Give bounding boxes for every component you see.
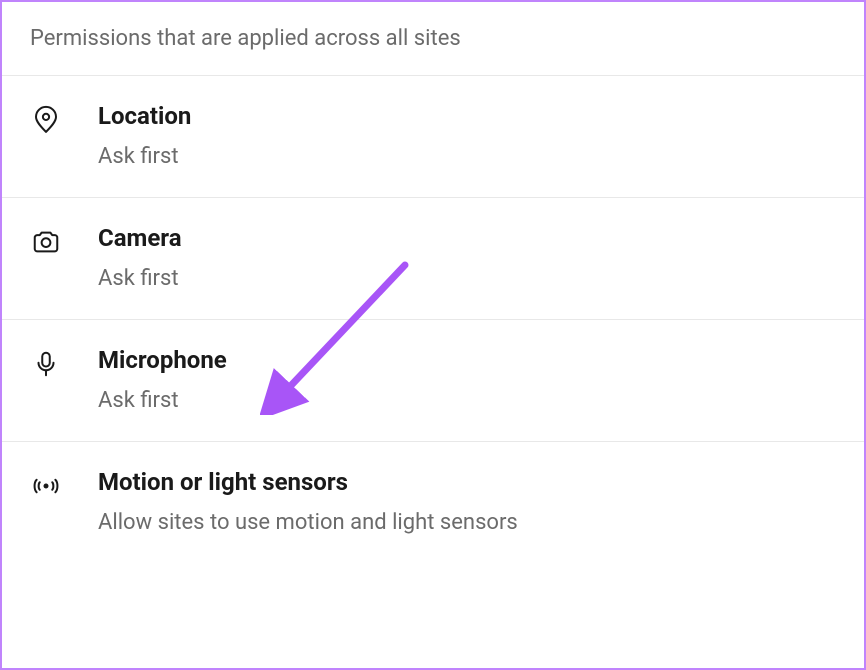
location-icon (30, 104, 62, 136)
motion-sensors-title: Motion or light sensors (98, 468, 518, 496)
permissions-panel: Permissions that are applied across all … (0, 0, 866, 670)
microphone-title: Microphone (98, 346, 227, 374)
camera-title: Camera (98, 224, 182, 252)
permission-item-microphone[interactable]: Microphone Ask first (2, 320, 864, 442)
microphone-subtitle: Ask first (98, 388, 227, 413)
permissions-header-text: Permissions that are applied across all … (30, 26, 461, 51)
location-title: Location (98, 102, 191, 130)
permissions-header: Permissions that are applied across all … (2, 2, 864, 76)
camera-subtitle: Ask first (98, 266, 182, 291)
motion-sensors-subtitle: Allow sites to use motion and light sens… (98, 510, 518, 535)
microphone-icon (30, 348, 62, 380)
motion-sensor-icon (30, 470, 62, 502)
permission-item-location[interactable]: Location Ask first (2, 76, 864, 198)
location-subtitle: Ask first (98, 144, 191, 169)
camera-icon (30, 226, 62, 258)
permission-item-camera[interactable]: Camera Ask first (2, 198, 864, 320)
permission-item-motion-sensors[interactable]: Motion or light sensors Allow sites to u… (2, 442, 864, 563)
